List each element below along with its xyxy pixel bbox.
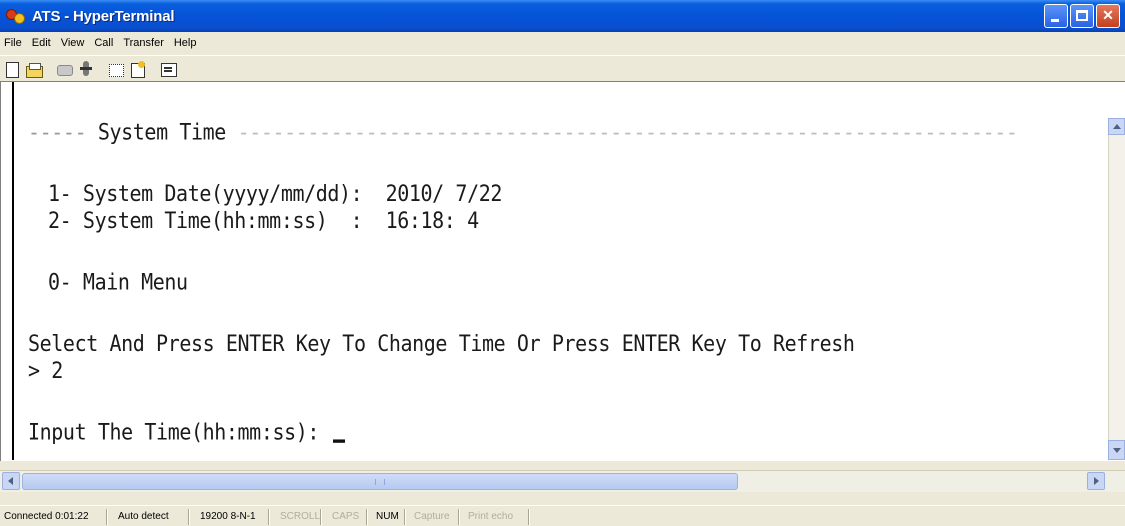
close-icon: ✕	[1102, 7, 1114, 23]
status-num: NUM	[376, 511, 399, 522]
scroll-right-icon[interactable]	[1087, 472, 1105, 490]
new-icon[interactable]	[3, 60, 21, 78]
disconnect-icon[interactable]	[77, 60, 95, 78]
status-caps: CAPS	[332, 511, 360, 522]
call-icon[interactable]	[55, 60, 73, 78]
option-system-date: 1- System Date(yyyy/mm/dd): 2010/ 7/22	[48, 179, 502, 207]
header-title: System Time	[86, 118, 238, 145]
minimize-button[interactable]	[1044, 4, 1068, 28]
status-port-settings: 19200 8-N-1	[200, 511, 256, 522]
hyperterminal-icon[interactable]	[6, 7, 26, 25]
menu-call[interactable]: Call	[89, 37, 118, 49]
status-bar: Connected 0:01:22 Auto detect 19200 8-N-…	[0, 505, 1125, 526]
properties-icon[interactable]	[159, 60, 177, 78]
menu-bar: File Edit View Call Transfer Help	[0, 32, 1125, 54]
menu-help[interactable]: Help	[169, 37, 202, 49]
toolbar	[0, 55, 1125, 81]
scroll-down-icon[interactable]	[1108, 440, 1125, 460]
receive-icon[interactable]	[129, 60, 147, 78]
menu-file[interactable]: File	[0, 37, 27, 49]
menu-view[interactable]: View	[56, 37, 90, 49]
header-lead: -----	[28, 118, 87, 145]
option-main-menu: 0- Main Menu	[48, 268, 188, 295]
title-bar[interactable]: ATS - HyperTerminal ✕	[0, 0, 1125, 32]
scroll-left-icon[interactable]	[2, 472, 20, 490]
menu-transfer[interactable]: Transfer	[118, 37, 169, 49]
terminal-left-margin	[8, 82, 14, 460]
status-print-echo: Print echo	[468, 511, 514, 522]
option-system-time: 2- System Time(hh:mm:ss) : 16:18: 4	[48, 206, 479, 234]
horizontal-scroll-thumb[interactable]	[22, 473, 738, 490]
send-icon[interactable]	[107, 60, 125, 78]
scroll-up-icon[interactable]	[1108, 118, 1125, 135]
status-detect: Auto detect	[118, 511, 169, 522]
window-controls: ✕	[1044, 4, 1120, 28]
input-line[interactable]: Input The Time(hh:mm:ss):	[28, 418, 345, 445]
terminal-screen[interactable]: ----- System Time ----------------------…	[28, 118, 1098, 510]
menu-edit[interactable]: Edit	[27, 37, 56, 49]
status-capture: Capture	[414, 511, 450, 522]
text-cursor	[332, 439, 345, 443]
select-prompt: Select And Press ENTER Key To Change Tim…	[28, 329, 855, 357]
window-title: ATS - HyperTerminal	[32, 7, 175, 25]
open-icon[interactable]	[25, 60, 43, 78]
header-trail: ----------------------------------------…	[237, 118, 1018, 145]
close-button[interactable]: ✕	[1096, 4, 1120, 28]
section-header: ----- System Time ----------------------…	[28, 118, 1018, 145]
input-prompt: Input The Time(hh:mm:ss):	[28, 418, 331, 446]
maximize-button[interactable]	[1070, 4, 1094, 28]
status-connected: Connected 0:01:22	[4, 511, 89, 522]
status-scroll: SCROLL	[280, 511, 321, 522]
user-input-line: > 2	[28, 356, 63, 384]
maximize-icon	[1076, 10, 1088, 21]
vertical-scrollbar[interactable]	[1108, 118, 1125, 458]
minimize-icon	[1051, 19, 1059, 22]
